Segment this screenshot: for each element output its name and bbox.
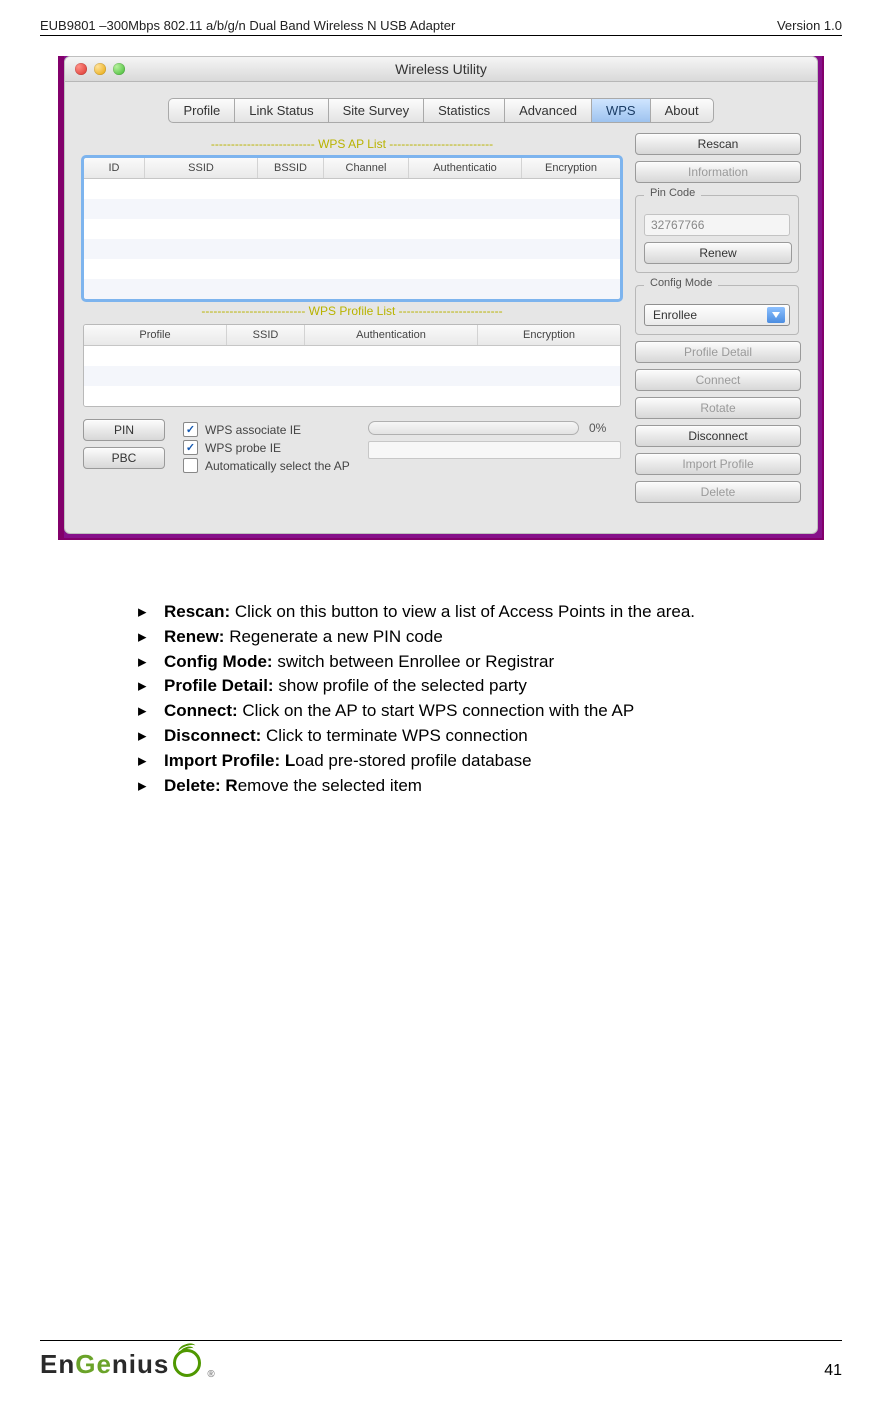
col-id: ID — [84, 158, 145, 178]
ap-list-title: -------------------------- WPS AP List -… — [83, 137, 621, 151]
checkbox-icon — [183, 458, 198, 473]
disconnect-button[interactable]: Disconnect — [635, 425, 801, 447]
pin-code-value: 32767766 — [644, 214, 790, 236]
header-rule — [40, 35, 842, 36]
tab-link-status[interactable]: Link Status — [234, 98, 327, 123]
col-profile: Profile — [84, 325, 227, 345]
tab-advanced[interactable]: Advanced — [504, 98, 591, 123]
header-right: Version 1.0 — [777, 18, 842, 33]
page-number: 41 — [824, 1362, 842, 1380]
logo-mark-icon — [173, 1349, 201, 1377]
delete-button[interactable]: Delete — [635, 481, 801, 503]
tab-statistics[interactable]: Statistics — [423, 98, 504, 123]
connect-button[interactable]: Connect — [635, 369, 801, 391]
pbc-button[interactable]: PBC — [83, 447, 165, 469]
list-item: Rescan: Click on this button to view a l… — [164, 600, 792, 624]
list-item: Profile Detail: show profile of the sele… — [164, 674, 792, 698]
list-item: Renew: Regenerate a new PIN code — [164, 625, 792, 649]
window-title: Wireless Utility — [65, 61, 817, 77]
wireless-utility-window: Wireless Utility Profile Link Status Sit… — [64, 56, 818, 534]
chk-wps-probe-ie[interactable]: WPS probe IE — [183, 440, 350, 455]
profile-list-title: -------------------------- WPS Profile L… — [83, 304, 621, 318]
wps-ap-list-table[interactable]: ID SSID BSSID Channel Authenticatio Encr… — [83, 157, 621, 300]
col-encryption: Encryption — [522, 158, 620, 178]
list-item: Delete: Remove the selected item — [164, 774, 792, 798]
progress-bar — [368, 421, 579, 435]
rotate-button[interactable]: Rotate — [635, 397, 801, 419]
status-box — [368, 441, 621, 459]
col-channel: Channel — [324, 158, 409, 178]
col-bssid: BSSID — [258, 158, 324, 178]
chevron-down-icon — [767, 307, 785, 323]
chk-label: WPS associate IE — [205, 423, 301, 437]
tab-about[interactable]: About — [650, 98, 714, 123]
checkbox-icon — [183, 422, 198, 437]
information-button[interactable]: Information — [635, 161, 801, 183]
config-mode-value: Enrollee — [653, 308, 697, 322]
profile-list-header: Profile SSID Authentication Encryption — [84, 325, 620, 346]
progress-value: 0% — [589, 421, 621, 435]
minimize-icon[interactable] — [94, 63, 106, 75]
tab-wps[interactable]: WPS — [591, 98, 650, 123]
page-header: EUB9801 –300Mbps 802.11 a/b/g/n Dual Ban… — [40, 18, 842, 33]
col-prof-enc: Encryption — [478, 325, 620, 345]
pin-code-label: Pin Code — [644, 187, 701, 199]
chk-label: Automatically select the AP — [205, 459, 350, 473]
config-mode-label: Config Mode — [644, 277, 718, 289]
screenshot-frame: Wireless Utility Profile Link Status Sit… — [58, 56, 824, 540]
list-item: Config Mode: switch between Enrollee or … — [164, 650, 792, 674]
chk-wps-associate-ie[interactable]: WPS associate IE — [183, 422, 350, 437]
window-controls — [75, 63, 125, 75]
wps-profile-list-table[interactable]: Profile SSID Authentication Encryption — [83, 324, 621, 407]
ap-list-body — [84, 179, 620, 299]
close-icon[interactable] — [75, 63, 87, 75]
tab-bar: Profile Link Status Site Survey Statisti… — [83, 98, 799, 123]
tab-site-survey[interactable]: Site Survey — [328, 98, 423, 123]
description-list: Rescan: Click on this button to view a l… — [130, 600, 792, 797]
chk-label: WPS probe IE — [205, 441, 281, 455]
ap-list-header: ID SSID BSSID Channel Authenticatio Encr… — [84, 158, 620, 179]
profile-detail-button[interactable]: Profile Detail — [635, 341, 801, 363]
pin-button[interactable]: PIN — [83, 419, 165, 441]
col-auth: Authenticatio — [409, 158, 522, 178]
import-profile-button[interactable]: Import Profile — [635, 453, 801, 475]
tab-profile[interactable]: Profile — [168, 98, 234, 123]
renew-button[interactable]: Renew — [644, 242, 792, 264]
list-item: Connect: Click on the AP to start WPS co… — [164, 699, 792, 723]
chk-auto-select-ap[interactable]: Automatically select the AP — [183, 458, 350, 473]
col-prof-ssid: SSID — [227, 325, 305, 345]
list-item: Import Profile: Load pre-stored profile … — [164, 749, 792, 773]
col-prof-auth: Authentication — [305, 325, 478, 345]
rescan-button[interactable]: Rescan — [635, 133, 801, 155]
profile-list-body — [84, 346, 620, 406]
header-left: EUB9801 –300Mbps 802.11 a/b/g/n Dual Ban… — [40, 18, 455, 33]
config-mode-group: Config Mode Enrollee — [635, 285, 799, 335]
window-titlebar: Wireless Utility — [65, 57, 817, 82]
list-item: Disconnect: Click to terminate WPS conne… — [164, 724, 792, 748]
col-ssid: SSID — [145, 158, 258, 178]
engenius-logo: EnGenius ® — [40, 1349, 216, 1380]
checkbox-icon — [183, 440, 198, 455]
zoom-icon[interactable] — [113, 63, 125, 75]
config-mode-select[interactable]: Enrollee — [644, 304, 790, 326]
page-footer: EnGenius ® 41 — [40, 1340, 842, 1380]
pin-code-group: Pin Code 32767766 Renew — [635, 195, 799, 273]
